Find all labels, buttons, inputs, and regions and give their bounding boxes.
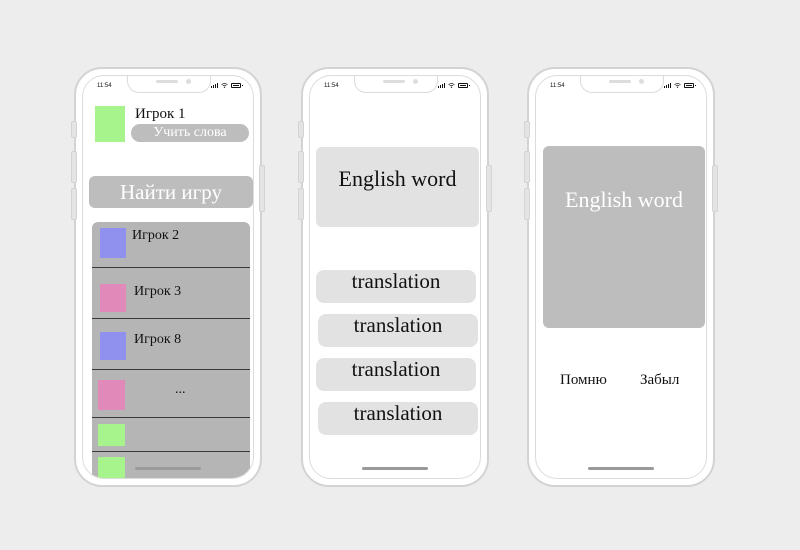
current-player-name: Игрок 1 — [135, 106, 186, 122]
home-indicator[interactable] — [135, 467, 201, 470]
phone-power-button — [259, 165, 265, 212]
phone-side-button — [298, 121, 304, 138]
wifi-icon — [221, 83, 228, 88]
player-name: ... — [175, 382, 186, 397]
status-time: 11:54 — [97, 83, 112, 89]
status-icons — [211, 83, 243, 88]
signal-icon — [211, 83, 218, 88]
speaker-grille — [609, 80, 631, 83]
camera-dot — [413, 79, 418, 84]
speaker-grille — [156, 80, 178, 83]
signal-icon — [438, 83, 445, 88]
home-indicator[interactable] — [362, 467, 428, 470]
translation-option-button[interactable]: translation — [318, 402, 478, 435]
flashcard[interactable]: English word — [543, 146, 705, 328]
player-avatar — [98, 380, 125, 410]
list-item[interactable]: Игрок 2 — [92, 222, 250, 267]
find-game-button[interactable]: Найти игру — [89, 176, 253, 208]
phone-side-button — [71, 121, 77, 138]
player-name: Игрок 2 — [132, 228, 180, 243]
phone-volume-up-button — [524, 151, 530, 183]
home-indicator[interactable] — [588, 467, 654, 470]
battery-icon — [458, 83, 470, 88]
phone-volume-up-button — [71, 151, 77, 183]
forgot-button[interactable]: Забыл — [640, 372, 679, 389]
player-name: Игрок 3 — [134, 284, 182, 299]
phone-power-button — [712, 165, 718, 212]
flashcard-screen: 11:54 English word Помню Забыл — [535, 75, 707, 479]
phone-volume-up-button — [298, 151, 304, 183]
player-avatar — [98, 424, 125, 446]
players-list: Игрок 2 Игрок 3 Игрок 8 ... — [92, 222, 250, 478]
phone-frame-flashcard: 11:54 English word Помню Забыл — [524, 67, 718, 487]
wifi-icon — [448, 83, 455, 88]
phone-volume-down-button — [71, 188, 77, 220]
list-item[interactable]: ... — [92, 370, 250, 417]
phone-volume-down-button — [524, 188, 530, 220]
remember-button[interactable]: Помню — [560, 372, 607, 389]
status-icons — [664, 83, 696, 88]
battery-icon — [684, 83, 696, 88]
translation-option-button[interactable]: translation — [316, 358, 476, 391]
list-item[interactable] — [92, 418, 250, 451]
player-avatar — [100, 332, 126, 360]
notch — [354, 76, 438, 93]
wifi-icon — [674, 83, 681, 88]
phone-side-button — [524, 121, 530, 138]
list-item[interactable]: Игрок 8 — [92, 319, 250, 369]
phone-frame-players: 11:54 Игрок 1 Учить слова Найти игру Игр… — [71, 67, 265, 487]
battery-icon — [231, 83, 243, 88]
player-name: Игрок 8 — [134, 332, 182, 347]
list-item[interactable] — [92, 452, 250, 478]
camera-dot — [186, 79, 191, 84]
players-screen: 11:54 Игрок 1 Учить слова Найти игру Игр… — [82, 75, 254, 479]
status-time: 11:54 — [550, 83, 565, 89]
word-card: English word — [316, 147, 479, 227]
player-avatar — [100, 228, 126, 258]
status-icons — [438, 83, 470, 88]
notch — [127, 76, 211, 93]
phone-volume-down-button — [298, 188, 304, 220]
list-item[interactable]: Игрок 3 — [92, 268, 250, 318]
translation-option-button[interactable]: translation — [318, 314, 478, 347]
current-player-avatar[interactable] — [95, 106, 125, 142]
phone-frame-quiz: 11:54 English word translation translati… — [298, 67, 492, 487]
signal-icon — [664, 83, 671, 88]
camera-dot — [639, 79, 644, 84]
quiz-screen: 11:54 English word translation translati… — [309, 75, 481, 479]
learn-words-button[interactable]: Учить слова — [131, 124, 249, 142]
notch — [580, 76, 664, 93]
player-avatar — [98, 457, 125, 478]
phone-power-button — [486, 165, 492, 212]
translation-option-button[interactable]: translation — [316, 270, 476, 303]
speaker-grille — [383, 80, 405, 83]
player-avatar — [100, 284, 126, 312]
status-time: 11:54 — [324, 83, 339, 89]
